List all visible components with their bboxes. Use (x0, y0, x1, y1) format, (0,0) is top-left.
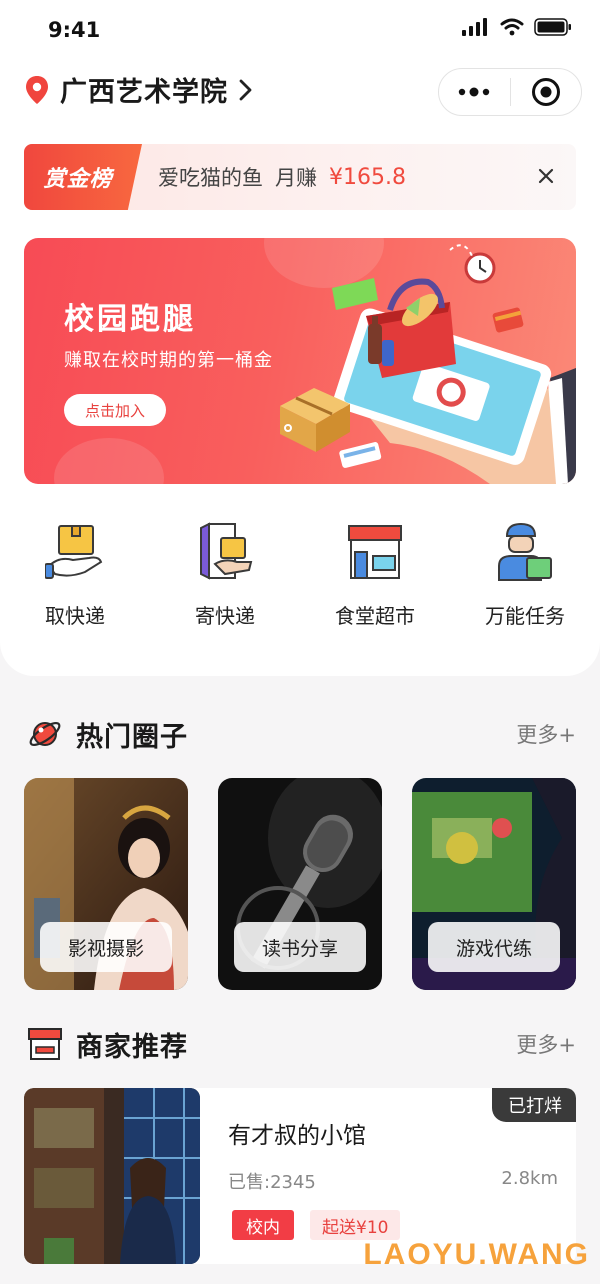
bounty-ticker[interactable]: 赏金榜 爱吃猫的鱼 月赚 ¥165.8 (24, 144, 576, 210)
store-icon (348, 525, 402, 579)
merchant-distance: 2.8km (501, 1168, 558, 1189)
hot-circles-header: 热门圈子 更多+ (26, 714, 576, 754)
banner-title: 校园跑腿 (64, 302, 196, 337)
section-title: 热门圈子 (76, 721, 188, 753)
merchant-tag: 校内 (232, 1210, 294, 1240)
location-name: 广西艺术学院 (60, 77, 228, 108)
service-pickup[interactable]: 取快递 (0, 522, 150, 629)
location-pin-icon (26, 75, 48, 104)
service-label: 食堂超市 (335, 604, 415, 628)
close-mini-program-button[interactable] (511, 69, 582, 115)
bounty-amount: ¥165.8 (329, 164, 406, 190)
more-link[interactable]: 更多+ (516, 719, 576, 749)
merchant-tag: 起送¥10 (310, 1210, 401, 1240)
shopping-illustration (280, 244, 576, 484)
merchants-header: 商家推荐 更多+ (26, 1024, 576, 1064)
close-mini-program-icon (531, 78, 560, 106)
more-button[interactable] (439, 69, 510, 115)
send-package-icon (200, 522, 253, 580)
pickup-package-icon (45, 525, 103, 579)
service-label: 万能任务 (485, 604, 565, 628)
circle-label: 游戏代练 (428, 922, 560, 972)
bounty-user: 爱吃猫的鱼 (158, 166, 263, 190)
circle-label: 读书分享 (234, 922, 366, 972)
courier-icon (498, 522, 552, 581)
merchant-photo (24, 1088, 200, 1264)
hot-circles-list: 影视摄影 读书分享 游戏代练 (24, 778, 576, 990)
status-time: 9:41 (48, 18, 101, 42)
status-badge: 已打烊 (492, 1088, 576, 1122)
shop-icon (28, 1028, 62, 1060)
service-store[interactable]: 食堂超市 (300, 522, 450, 629)
mini-program-capsule (438, 68, 582, 116)
circle-label: 影视摄影 (40, 922, 172, 972)
circle-card[interactable]: 影视摄影 (24, 778, 188, 990)
bounty-label: 月赚 (275, 166, 317, 190)
more-link[interactable]: 更多+ (516, 1029, 576, 1059)
circle-card[interactable]: 读书分享 (218, 778, 382, 990)
chevron-right-icon (239, 79, 252, 100)
section-title: 商家推荐 (76, 1031, 188, 1063)
close-icon[interactable] (536, 166, 556, 186)
service-grid: 取快递 寄快递 食堂超市 万能任务 (0, 522, 600, 629)
battery-icon (534, 18, 571, 36)
service-any-task[interactable]: 万能任务 (450, 522, 600, 629)
more-dots-icon (459, 87, 490, 97)
service-label: 取快递 (45, 604, 105, 628)
promo-banner[interactable]: 校园跑腿 赚取在校时期的第一桶金 点击加入 (24, 238, 576, 484)
merchant-name: 有才叔的小馆 (228, 1123, 366, 1149)
banner-bubble (54, 438, 164, 484)
signal-icon (462, 18, 487, 36)
wifi-icon (500, 18, 524, 36)
watermark: LAOYU.WANG (363, 1238, 590, 1271)
bounty-text: 爱吃猫的鱼 月赚 ¥165.8 (158, 144, 406, 210)
location-selector[interactable]: 广西艺术学院 (24, 70, 254, 109)
bounty-tag: 赏金榜 (24, 144, 142, 210)
join-button[interactable]: 点击加入 (64, 394, 166, 426)
merchant-sold: 已售:2345 (228, 1172, 316, 1193)
circle-card[interactable]: 游戏代练 (412, 778, 576, 990)
status-icons (462, 18, 572, 36)
planet-icon (29, 721, 61, 747)
service-send[interactable]: 寄快递 (150, 522, 300, 629)
service-label: 寄快递 (195, 604, 255, 628)
banner-subtitle: 赚取在校时期的第一桶金 (64, 350, 273, 371)
